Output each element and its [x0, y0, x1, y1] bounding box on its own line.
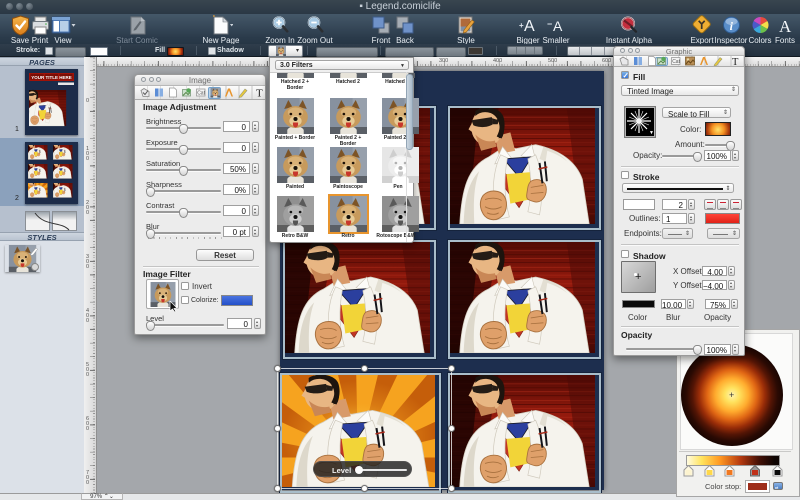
svg-text:A: A	[779, 17, 792, 36]
svg-text:T: T	[256, 88, 263, 100]
svg-text:A: A	[553, 18, 563, 34]
svg-text:YOUR TITLE HERE: YOUR TITLE HERE	[31, 75, 72, 80]
svg-text:A: A	[524, 18, 535, 35]
svg-text:−: −	[547, 19, 552, 29]
svg-text:T: T	[732, 57, 739, 66]
svg-text:Cat: Cat	[672, 59, 680, 65]
svg-text:Cat: Cat	[197, 91, 205, 97]
